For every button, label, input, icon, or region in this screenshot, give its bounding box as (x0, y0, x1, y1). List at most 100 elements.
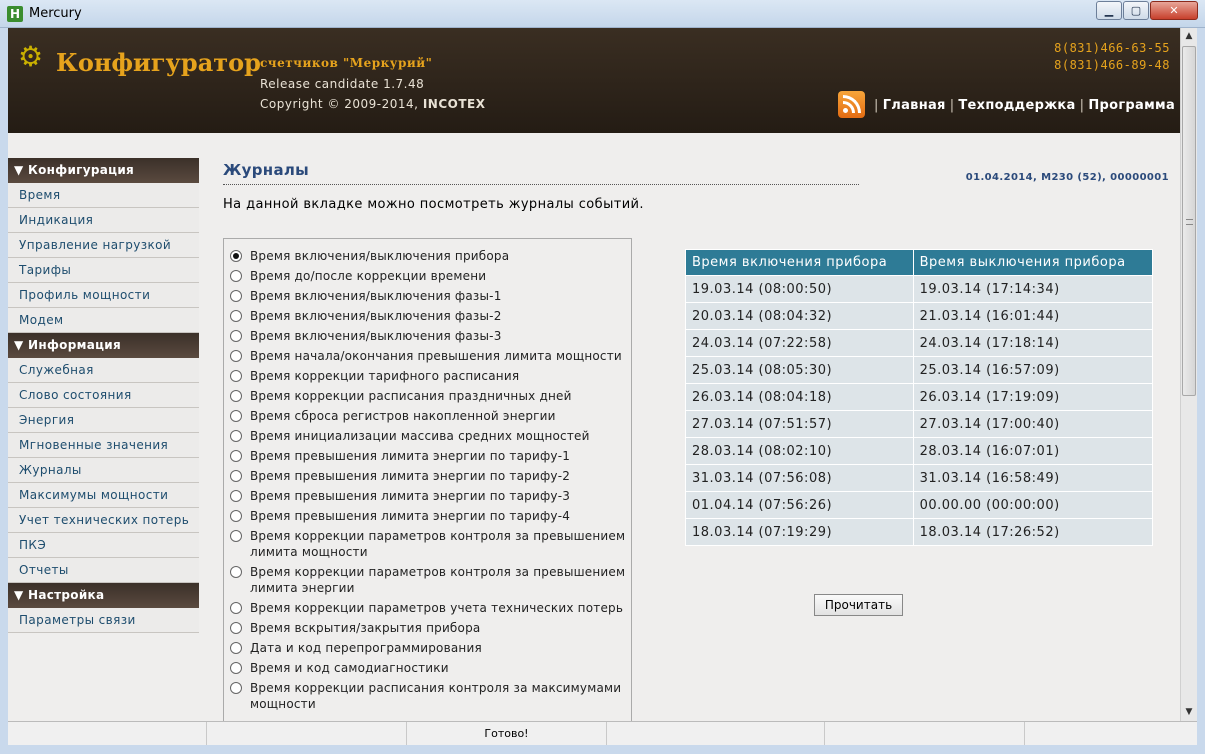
window-frame-right (1197, 28, 1205, 754)
journal-option[interactable]: Время коррекции параметров учета техниче… (224, 600, 631, 616)
vertical-scrollbar[interactable]: ▲ ▼ (1180, 28, 1197, 721)
rss-icon[interactable] (838, 91, 865, 118)
journal-option[interactable]: Время включения/выключения прибора (224, 248, 631, 264)
sidebar-section-settings[interactable]: ▼ Настройка (8, 583, 199, 608)
journal-option[interactable]: Время коррекции параметров контроля за п… (224, 528, 631, 560)
radio-button[interactable] (230, 270, 242, 282)
sidebar-item-load-control[interactable]: Управление нагрузкой (8, 233, 199, 258)
journal-option-label: Время превышения лимита энергии по тариф… (250, 489, 571, 503)
radio-button[interactable] (230, 510, 242, 522)
radio-button[interactable] (230, 450, 242, 462)
journal-option[interactable]: Время коррекции параметров контроля за п… (224, 564, 631, 596)
nav-link-main[interactable]: Главная (883, 98, 946, 113)
radio-button[interactable] (230, 602, 242, 614)
journal-option-label: Время включения/выключения прибора (250, 249, 510, 263)
window-title: Mercury (29, 6, 82, 21)
sidebar-section-configuration[interactable]: ▼ Конфигурация (8, 158, 199, 183)
journal-option[interactable]: Время и код самодиагностики (224, 660, 631, 676)
radio-button[interactable] (230, 530, 242, 542)
journal-option-label: Время сброса регистров накопленной энерг… (250, 409, 556, 423)
radio-button[interactable] (230, 290, 242, 302)
journal-option-label: Время коррекции параметров контроля за п… (250, 565, 626, 595)
sidebar-item-power-maximums[interactable]: Максимумы мощности (8, 483, 199, 508)
journal-option[interactable]: Время коррекции расписания контроля за м… (224, 680, 631, 712)
sidebar-item-pke[interactable]: ПКЭ (8, 533, 199, 558)
journal-type-list[interactable]: Время включения/выключения прибора Время … (223, 238, 632, 722)
sidebar-item-status-word[interactable]: Слово состояния (8, 383, 199, 408)
table-cell: 31.03.14 (07:56:08) (685, 464, 914, 492)
journal-option[interactable]: Время сброса регистров накопленной энерг… (224, 408, 631, 424)
sidebar-item-energy[interactable]: Энергия (8, 408, 199, 433)
table-row: 20.03.14 (08:04:32) 21.03.14 (16:01:44) (685, 302, 1154, 330)
sidebar-item-power-profile[interactable]: Профиль мощности (8, 283, 199, 308)
sidebar-item-connection-params[interactable]: Параметры связи (8, 608, 199, 633)
radio-button[interactable] (230, 430, 242, 442)
journal-option[interactable]: Время коррекции расписания праздничных д… (224, 388, 631, 404)
sidebar-item-time[interactable]: Время (8, 183, 199, 208)
radio-button[interactable] (230, 642, 242, 654)
nav-link-support[interactable]: Техподдержка (958, 98, 1075, 113)
radio-button[interactable] (230, 330, 242, 342)
brand-title: Конфигуратор (56, 48, 261, 77)
radio-button[interactable] (230, 350, 242, 362)
sidebar: ▼ Конфигурация Время Индикация Управлени… (8, 158, 199, 633)
journal-option[interactable]: Дата и код перепрограммирования (224, 640, 631, 656)
table-row: 01.04.14 (07:56:26) 00.00.00 (00:00:00) (685, 491, 1154, 519)
journal-option-label: Время коррекции расписания праздничных д… (250, 389, 572, 403)
close-button[interactable]: ✕ (1150, 1, 1198, 20)
radio-button[interactable] (230, 470, 242, 482)
maximize-button[interactable]: ▢ (1123, 1, 1149, 20)
journal-option[interactable]: Время превышения лимита энергии по тариф… (224, 508, 631, 524)
sidebar-item-service[interactable]: Служебная (8, 358, 199, 383)
table-cell: 00.00.00 (00:00:00) (912, 491, 1154, 519)
read-button[interactable]: Прочитать (814, 594, 903, 616)
journal-option-label: Время инициализации массива средних мощн… (250, 429, 590, 443)
radio-button[interactable] (230, 310, 242, 322)
scroll-down-icon[interactable]: ▼ (1181, 704, 1197, 721)
copyright-text: Copyright © 2009-2014, (260, 97, 423, 111)
top-nav: | Главная | Техподдержка | Программа (870, 98, 1175, 113)
radio-button[interactable] (230, 410, 242, 422)
scroll-up-icon[interactable]: ▲ (1181, 28, 1197, 45)
radio-button[interactable] (230, 662, 242, 674)
table-row: 31.03.14 (07:56:08) 31.03.14 (16:58:49) (685, 464, 1154, 492)
journal-option[interactable]: Время до/после коррекции времени (224, 268, 631, 284)
device-info: 01.04.2014, M230 (52), 00000001 (965, 172, 1169, 183)
journal-option[interactable]: Время начала/окончания превышения лимита… (224, 348, 631, 364)
sidebar-item-technical-losses[interactable]: Учет технических потерь (8, 508, 199, 533)
radio-button[interactable] (230, 566, 242, 578)
radio-button[interactable] (230, 682, 242, 694)
radio-button[interactable] (230, 490, 242, 502)
radio-button[interactable] (230, 390, 242, 402)
sidebar-item-tariffs[interactable]: Тарифы (8, 258, 199, 283)
table-cell: 25.03.14 (16:57:09) (912, 356, 1154, 384)
minimize-button[interactable]: ▁ (1096, 1, 1122, 20)
scrollbar-thumb[interactable] (1182, 46, 1196, 396)
sidebar-item-indication[interactable]: Индикация (8, 208, 199, 233)
sidebar-item-modem[interactable]: Модем (8, 308, 199, 333)
table-cell: 26.03.14 (17:19:09) (912, 383, 1154, 411)
journal-option[interactable]: Время превышения лимита энергии по тариф… (224, 468, 631, 484)
journal-option[interactable]: Время включения/выключения фазы-2 (224, 308, 631, 324)
radio-button[interactable] (230, 250, 242, 262)
sidebar-item-reports[interactable]: Отчеты (8, 558, 199, 583)
journal-option[interactable]: Время коррекции тарифного расписания (224, 368, 631, 384)
sidebar-item-journals[interactable]: Журналы (8, 458, 199, 483)
journal-option[interactable]: Время превышения лимита энергии по тариф… (224, 448, 631, 464)
table-cell: 25.03.14 (08:05:30) (685, 356, 914, 384)
journal-option[interactable]: Время включения/выключения фазы-3 (224, 328, 631, 344)
sidebar-item-instant-values[interactable]: Мгновенные значения (8, 433, 199, 458)
radio-button[interactable] (230, 622, 242, 634)
journal-option[interactable]: Время включения/выключения фазы-1 (224, 288, 631, 304)
journal-option[interactable]: Время превышения лимита энергии по тариф… (224, 488, 631, 504)
radio-button[interactable] (230, 370, 242, 382)
journal-option-label: Время коррекции параметров контроля за п… (250, 529, 626, 559)
window-titlebar[interactable]: H Mercury ▁ ▢ ✕ (0, 0, 1205, 28)
brand-subtitle: счетчиков "Меркурий" (260, 56, 433, 70)
journal-option[interactable]: Время вскрытия/закрытия прибора (224, 620, 631, 636)
sidebar-section-information[interactable]: ▼ Информация (8, 333, 199, 358)
journal-option[interactable]: Время инициализации массива средних мощн… (224, 428, 631, 444)
window-frame-left (0, 28, 8, 754)
status-cell (825, 722, 1025, 746)
nav-link-program[interactable]: Программа (1088, 98, 1175, 113)
